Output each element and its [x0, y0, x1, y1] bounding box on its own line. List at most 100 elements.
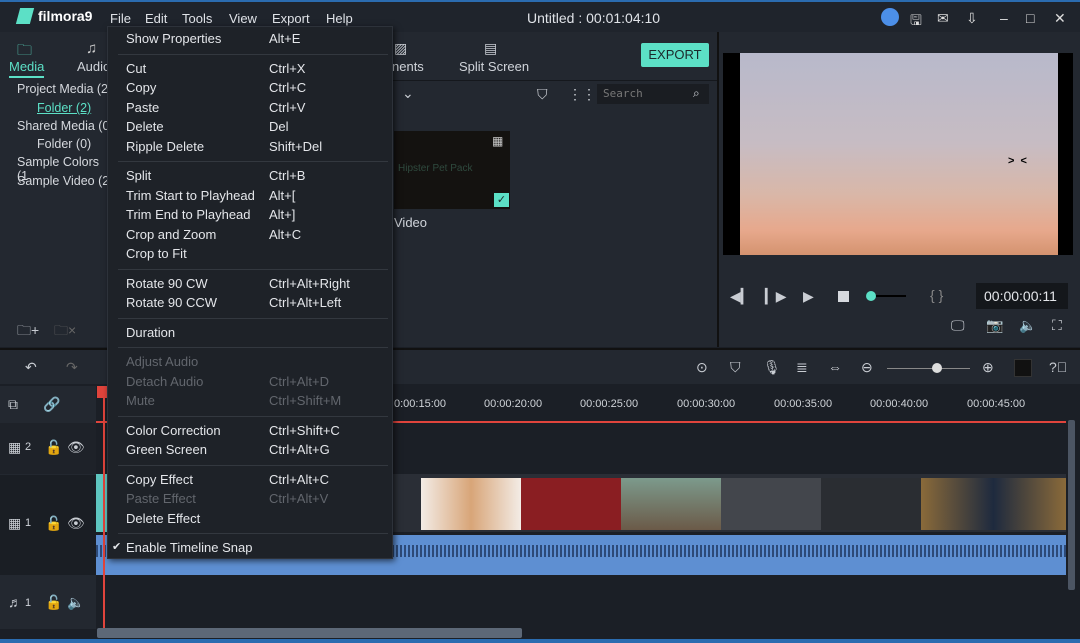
next-frame-icon[interactable]: ▎▶ [765, 288, 787, 305]
menu-item-label: Trim End to Playhead [126, 207, 251, 222]
account-icon[interactable] [881, 8, 899, 26]
menu-item-crop-and-zoom[interactable]: Crop and Zoom Alt+C [126, 227, 388, 246]
audio-track-1-lane[interactable] [96, 576, 1066, 628]
menu-item-trim-start-to-playhead[interactable]: Trim Start to Playhead Alt+[ [126, 188, 388, 207]
menu-item-color-correction[interactable]: Color Correction Ctrl+Shift+C [126, 423, 388, 442]
clip-thumb [721, 478, 821, 530]
save-icon[interactable]: 🖫 [910, 10, 922, 34]
fit-timeline-icon[interactable]: ⇔ [828, 359, 842, 375]
menu-item-paste[interactable]: Paste Ctrl+V [126, 100, 388, 119]
menu-item-label: Paste Effect [126, 491, 196, 506]
grid-icon[interactable]: ⋮⋮ [568, 86, 596, 103]
menu-item-delete[interactable]: Delete Del [126, 119, 388, 138]
chevron-down-icon[interactable]: ⌄ [402, 85, 414, 102]
menu-help[interactable]: Help [326, 11, 353, 26]
menu-item-label: Rotate 90 CW [126, 275, 208, 291]
link-icon[interactable]: 🔗 [43, 396, 60, 413]
menu-file[interactable]: File [110, 11, 131, 26]
redo-icon[interactable]: ↷ [66, 359, 78, 376]
menu-item-label: Duration [126, 324, 176, 340]
playhead-handle[interactable] [97, 386, 107, 398]
play-icon[interactable]: ▶ [803, 288, 814, 305]
menu-item-copy-effect[interactable]: Copy Effect Ctrl+Alt+C [126, 472, 388, 491]
search-input[interactable]: Search ⌕ [597, 84, 709, 104]
lock-icon[interactable]: 🔓 [45, 515, 62, 532]
menu-item-green-screen[interactable]: Green Screen Ctrl+Alt+G [126, 442, 388, 461]
menu-item-crop-to-fit[interactable]: Crop to Fit [126, 246, 388, 265]
menu-item-show-properties[interactable]: Show Properties Alt+E [126, 31, 388, 50]
tab-split-screen[interactable]: Split Screen [459, 59, 529, 74]
snapshot-icon[interactable]: 📷 [986, 317, 1003, 334]
close-button[interactable]: ✕ [1054, 10, 1066, 27]
undo-icon[interactable]: ↶ [25, 359, 37, 376]
fullscreen-icon[interactable]: ⛶ [1052, 317, 1062, 334]
progress-handle[interactable] [866, 291, 876, 301]
menu-item-shortcut: Ctrl+B [269, 168, 306, 183]
menu-item-shortcut: Ctrl+C [269, 80, 307, 95]
tab-elements[interactable]: nents [392, 59, 424, 74]
eye-icon[interactable]: 👁 [67, 515, 85, 532]
zoom-in-icon[interactable]: ⊕ [982, 359, 994, 376]
eye-icon[interactable]: 👁 [67, 439, 85, 456]
menu-item-rotate-90-ccw[interactable]: Rotate 90 CCW Ctrl+Alt+Left [126, 295, 388, 314]
download-icon[interactable]: ⇩ [966, 10, 978, 27]
menu-item-rotate-90-cw[interactable]: Rotate 90 CW Ctrl+Alt+Right [126, 276, 388, 295]
render-icon[interactable]: ⊙ [696, 359, 708, 376]
menu-view[interactable]: View [229, 11, 257, 26]
menu-item-shortcut: Ctrl+Shift+C [269, 422, 340, 438]
maximize-button[interactable]: □ [1026, 10, 1034, 26]
search-icon[interactable]: ⌕ [693, 86, 700, 101]
menu-item-enable-timeline-snap[interactable]: ✔ Enable Timeline Snap [112, 540, 388, 559]
horizontal-scrollbar[interactable] [97, 628, 522, 638]
mail-icon[interactable]: ✉ [937, 10, 949, 27]
tree-shared-media[interactable]: Shared Media (0 [17, 119, 109, 133]
menu-item-shortcut: Ctrl+Alt+G [269, 442, 330, 457]
clip-thumb [521, 478, 621, 530]
audio-mixer-icon[interactable]: ≣ [796, 359, 808, 376]
tab-media[interactable]: Media [9, 59, 45, 78]
speaker-icon[interactable]: 🔈 [67, 594, 84, 611]
menu-edit[interactable]: Edit [145, 11, 167, 26]
tab-audio[interactable]: Audio [77, 59, 110, 74]
display-settings-icon[interactable]: 🖵 [951, 317, 965, 334]
lock-icon[interactable]: 🔓 [45, 594, 62, 611]
vertical-scrollbar[interactable] [1068, 420, 1075, 590]
zoom-out-icon[interactable]: ⊖ [861, 359, 873, 376]
playhead[interactable] [103, 386, 105, 629]
tree-folder[interactable]: Folder (0) [37, 137, 91, 151]
stop-icon[interactable] [838, 291, 849, 302]
menu-item-duration[interactable]: Duration [126, 325, 388, 344]
menu-item-ripple-delete[interactable]: Ripple Delete Shift+Del [126, 139, 388, 158]
prev-frame-icon[interactable]: ◀▎ [730, 288, 752, 305]
menu-item-delete-effect[interactable]: Delete Effect [126, 511, 388, 530]
menu-separator [118, 268, 388, 270]
new-folder-icon[interactable]: 🗀+ [17, 320, 39, 344]
menu-item-cut[interactable]: Cut Ctrl+X [126, 61, 388, 80]
menu-item-trim-end-to-playhead[interactable]: Trim End to Playhead Alt+] [126, 207, 388, 226]
zoom-slider-handle[interactable] [932, 363, 942, 373]
menu-item-copy[interactable]: Copy Ctrl+C [126, 80, 388, 99]
media-thumbnail[interactable]: Hipster Pet Pack ▦ ✓ [394, 131, 510, 209]
menu-export[interactable]: Export [272, 11, 310, 26]
volume-icon[interactable]: 🔈 [1019, 317, 1036, 334]
layout-icon[interactable] [1014, 359, 1032, 377]
menu-item-label: Rotate 90 CCW [126, 295, 218, 310]
filter-icon[interactable]: ⛉ [537, 86, 548, 103]
menu-item-split[interactable]: Split Ctrl+B [126, 168, 388, 187]
minimize-button[interactable]: – [1000, 10, 1008, 26]
checkmark-icon[interactable]: ✓ [494, 193, 509, 207]
menu-tools[interactable]: Tools [182, 11, 212, 26]
help-icon[interactable]: ?⃝ [1049, 359, 1067, 375]
tree-project-media[interactable]: Project Media (2 [17, 82, 108, 96]
tree-folder-selected[interactable]: Folder (2) [37, 101, 91, 115]
microphone-icon[interactable]: 🎙 [763, 359, 781, 376]
lock-icon[interactable]: 🔓 [45, 439, 62, 456]
add-track-icon[interactable]: ⧉ [8, 396, 18, 413]
zoom-slider[interactable] [887, 368, 970, 369]
delete-folder-icon[interactable]: 🗀× [54, 320, 76, 344]
tree-sample-video[interactable]: Sample Video (2 [17, 174, 109, 188]
menu-item-label: Trim Start to Playhead [126, 187, 255, 203]
export-button[interactable]: EXPORT [641, 43, 709, 67]
mark-in-out-icon[interactable]: { } [930, 287, 943, 303]
marker-icon[interactable]: ⛉ [730, 359, 741, 376]
